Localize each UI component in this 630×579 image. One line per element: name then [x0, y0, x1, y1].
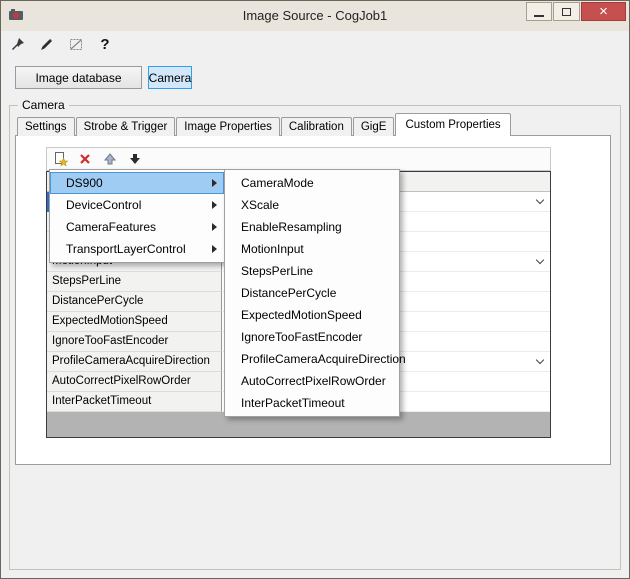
combo-dropdown-icon[interactable]	[536, 356, 544, 364]
property-name-cell[interactable]: ExpectedMotionSpeed	[47, 312, 222, 332]
menu-item-camera-features[interactable]: CameraFeatures	[50, 216, 224, 238]
image-source-window: Image Source - CogJob1 ×	[0, 0, 630, 579]
submenu-item-steps-per-line[interactable]: StepsPerLine	[225, 260, 399, 282]
menu-item-ds900[interactable]: DS900	[50, 172, 224, 194]
submenu-item-label: AutoCorrectPixelRowOrder	[241, 374, 386, 388]
move-down-icon	[127, 151, 143, 167]
move-down-button[interactable]	[125, 149, 145, 169]
camera-groupbox-label: Camera	[18, 98, 69, 112]
maximize-icon	[562, 8, 571, 16]
submenu-item-expected-motion-speed[interactable]: ExpectedMotionSpeed	[225, 304, 399, 326]
minimize-icon	[534, 15, 544, 17]
menu-item-label: CameraFeatures	[66, 220, 156, 234]
property-name-cell[interactable]: InterPacketTimeout	[47, 392, 222, 412]
close-button[interactable]: ×	[581, 2, 626, 21]
menu-item-transport-layer-control[interactable]: TransportLayerControl	[50, 238, 224, 260]
pin-icon-graphic	[10, 36, 26, 52]
maximize-button[interactable]	[553, 2, 580, 21]
tab-calibration[interactable]: Calibration	[281, 117, 352, 136]
pencil-icon-graphic	[39, 36, 55, 52]
tab-image-properties[interactable]: Image Properties	[176, 117, 280, 136]
submenu-item-x-scale[interactable]: XScale	[225, 194, 399, 216]
tab-settings[interactable]: Settings	[17, 117, 75, 136]
camera-button[interactable]: Camera	[148, 66, 192, 89]
combo-dropdown-icon[interactable]	[536, 256, 544, 264]
submenu-item-label: ProfileCameraAcquireDirection	[241, 352, 406, 366]
no-image-icon[interactable]	[66, 34, 86, 54]
add-property-button[interactable]	[50, 149, 70, 169]
move-up-icon	[102, 151, 118, 167]
menu-item-label: DeviceControl	[66, 198, 141, 212]
no-image-icon-graphic	[68, 36, 84, 52]
submenu-item-ignore-too-fast-encoder[interactable]: IgnoreTooFastEncoder	[225, 326, 399, 348]
tab-custom-properties[interactable]: Custom Properties	[395, 113, 510, 136]
menu-item-label: DS900	[66, 176, 103, 190]
submenu-arrow-icon	[212, 179, 217, 187]
close-icon: ×	[599, 4, 608, 19]
property-name-cell[interactable]: AutoCorrectPixelRowOrder	[47, 372, 222, 392]
property-name-cell[interactable]: ProfileCameraAcquireDirection	[47, 352, 222, 372]
submenu-item-label: ExpectedMotionSpeed	[241, 308, 362, 322]
help-icon[interactable]: ?	[95, 34, 115, 54]
submenu-item-label: EnableResampling	[241, 220, 342, 234]
move-up-button[interactable]	[100, 149, 120, 169]
property-name-cell[interactable]: StepsPerLine	[47, 272, 222, 292]
combo-dropdown-icon[interactable]	[536, 196, 544, 204]
submenu-item-enable-resampling[interactable]: EnableResampling	[225, 216, 399, 238]
tab-strobe-trigger[interactable]: Strobe & Trigger	[76, 117, 176, 136]
property-name-cell[interactable]: DistancePerCycle	[47, 292, 222, 312]
submenu-item-label: CameraMode	[241, 176, 314, 190]
add-property-icon	[52, 151, 69, 168]
submenu-item-label: XScale	[241, 198, 279, 212]
submenu-item-auto-correct-pixel-row-order[interactable]: AutoCorrectPixelRowOrder	[225, 370, 399, 392]
custom-properties-toolbar	[46, 147, 551, 171]
submenu-arrow-icon	[212, 201, 217, 209]
tab-gige[interactable]: GigE	[353, 117, 395, 136]
submenu-item-label: StepsPerLine	[241, 264, 313, 278]
submenu-item-label: DistancePerCycle	[241, 286, 336, 300]
menu-item-label: TransportLayerControl	[66, 242, 186, 256]
pin-icon[interactable]	[8, 34, 28, 54]
ds900-submenu: CameraMode XScale EnableResampling Motio…	[224, 169, 400, 417]
submenu-item-profile-camera-acquire-direction[interactable]: ProfileCameraAcquireDirection	[225, 348, 399, 370]
submenu-item-inter-packet-timeout[interactable]: InterPacketTimeout	[225, 392, 399, 414]
submenu-item-label: MotionInput	[241, 242, 304, 256]
image-database-button[interactable]: Image database	[15, 66, 142, 89]
titlebar: Image Source - CogJob1 ×	[1, 1, 629, 31]
delete-property-icon	[77, 151, 93, 167]
pencil-icon[interactable]	[37, 34, 57, 54]
minimize-button[interactable]	[526, 2, 552, 21]
menu-item-device-control[interactable]: DeviceControl	[50, 194, 224, 216]
submenu-arrow-icon	[212, 223, 217, 231]
delete-property-button[interactable]	[75, 149, 95, 169]
property-name-cell[interactable]: IgnoreTooFastEncoder	[47, 332, 222, 352]
submenu-arrow-icon	[212, 245, 217, 253]
submenu-item-motion-input[interactable]: MotionInput	[225, 238, 399, 260]
main-toolbar: ?	[8, 34, 115, 54]
submenu-item-label: InterPacketTimeout	[241, 396, 345, 410]
context-menu: DS900 DeviceControl CameraFeatures Trans…	[49, 169, 225, 263]
submenu-item-distance-per-cycle[interactable]: DistancePerCycle	[225, 282, 399, 304]
help-icon-glyph: ?	[100, 36, 109, 53]
submenu-item-camera-mode[interactable]: CameraMode	[225, 172, 399, 194]
submenu-item-label: IgnoreTooFastEncoder	[241, 330, 362, 344]
tab-strip: Settings Strobe & Trigger Image Properti…	[17, 113, 512, 136]
caption-buttons: ×	[525, 2, 626, 21]
